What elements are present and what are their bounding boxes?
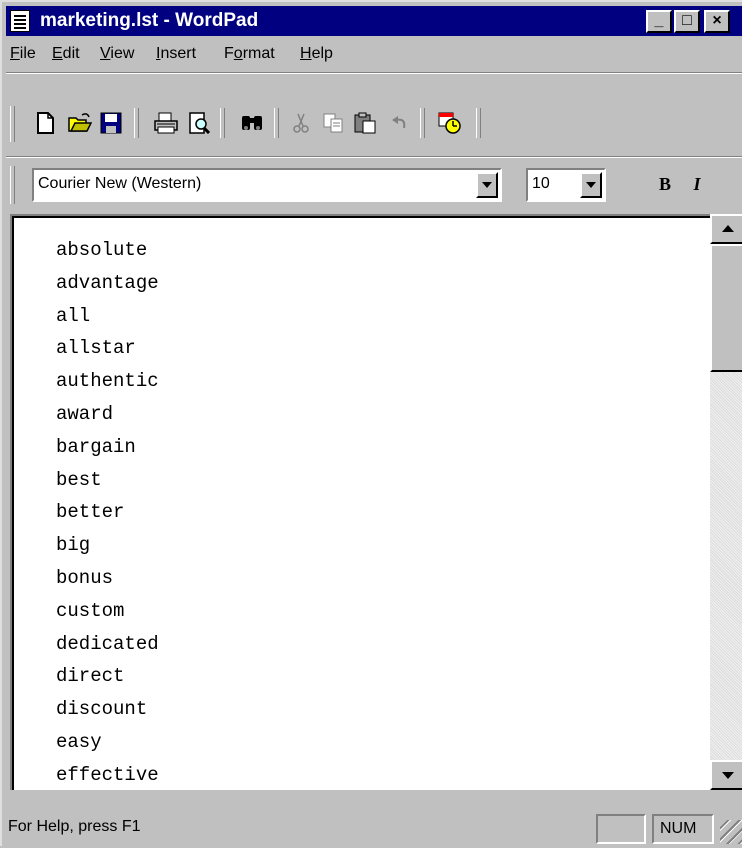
copy-button[interactable] [318, 108, 348, 138]
document-icon[interactable] [10, 10, 30, 32]
print-preview-icon [189, 112, 210, 134]
scroll-down-button[interactable] [710, 760, 742, 790]
window-title: marketing.lst - WordPad [40, 10, 259, 31]
status-text: For Help, press F1 [8, 818, 141, 835]
title-bar[interactable]: marketing.lst - WordPad _ □ × [6, 6, 742, 36]
menu-help[interactable]: Help [300, 44, 333, 64]
maximize-button[interactable]: □ [674, 10, 700, 33]
text-line[interactable]: all [56, 300, 159, 333]
text-line[interactable]: effective [56, 759, 159, 790]
scroll-up-button[interactable] [710, 214, 742, 244]
text-line[interactable]: custom [56, 595, 159, 628]
menu-insert[interactable]: Insert [156, 44, 196, 64]
toolbar-separator [476, 108, 481, 138]
text-line[interactable]: absolute [56, 234, 159, 267]
text-line[interactable]: better [56, 496, 159, 529]
resize-grip[interactable] [720, 820, 742, 844]
num-lock-label: NUM [660, 820, 697, 837]
text-line[interactable]: dedicated [56, 628, 159, 661]
paste-icon [354, 112, 376, 134]
font-name: Courier New (Western) [38, 175, 202, 192]
toolbar-separator [420, 108, 425, 138]
italic-icon: I [693, 174, 701, 194]
print-button[interactable] [150, 108, 180, 138]
minimize-icon: _ [654, 12, 664, 29]
vertical-scrollbar[interactable] [710, 214, 742, 790]
text-line[interactable]: award [56, 398, 159, 431]
font-size-dropdown-button[interactable] [580, 172, 602, 198]
scroll-thumb[interactable] [710, 244, 742, 372]
document-area[interactable]: absolute advantage all allstar authentic… [10, 214, 742, 790]
formatbar-grip[interactable] [10, 166, 15, 204]
print-preview-button[interactable] [184, 108, 214, 138]
text-line[interactable]: advantage [56, 267, 159, 300]
new-button[interactable] [30, 108, 60, 138]
insert-datetime-button[interactable] [434, 108, 464, 138]
bold-button[interactable]: B [650, 168, 680, 202]
font-size-combo[interactable]: 10 [526, 168, 606, 202]
document-text[interactable]: absolute advantage all allstar authentic… [56, 234, 159, 790]
toolbar-separator [274, 108, 279, 138]
text-line[interactable]: direct [56, 660, 159, 693]
copy-icon [323, 113, 343, 133]
document-edit-surface[interactable]: absolute advantage all allstar authentic… [12, 216, 712, 790]
find-icon [242, 116, 262, 130]
new-icon [37, 112, 54, 134]
status-bar: For Help, press F1 NUM [2, 802, 742, 848]
undo-button[interactable] [384, 108, 414, 138]
close-button[interactable]: × [704, 10, 730, 33]
toolbar-grip[interactable] [10, 106, 15, 142]
insert-datetime-icon [438, 112, 461, 134]
text-line[interactable]: big [56, 529, 159, 562]
close-icon: × [712, 12, 722, 29]
wordpad-window: marketing.lst - WordPad _ □ × File Edit … [0, 0, 742, 846]
print-icon [154, 112, 178, 134]
cut-button[interactable] [286, 108, 316, 138]
text-line[interactable]: allstar [56, 332, 159, 365]
font-combo[interactable]: Courier New (Western) [32, 168, 502, 202]
toolbar-separator [220, 108, 225, 138]
text-line[interactable]: authentic [56, 365, 159, 398]
menu-view[interactable]: View [100, 44, 134, 64]
font-size-value: 10 [532, 175, 550, 192]
minimize-button[interactable]: _ [646, 10, 672, 33]
text-line[interactable]: bonus [56, 562, 159, 595]
maximize-icon: □ [682, 12, 692, 29]
open-icon [68, 113, 92, 132]
italic-button[interactable]: I [682, 168, 712, 202]
toolbar-separator [134, 108, 139, 138]
font-dropdown-button[interactable] [476, 172, 498, 198]
cut-icon [293, 113, 309, 133]
menu-format[interactable]: Format [224, 44, 275, 64]
menu-file[interactable]: File [10, 44, 36, 64]
status-panel-empty [596, 814, 646, 844]
open-button[interactable] [64, 108, 94, 138]
save-icon [100, 112, 122, 134]
find-button[interactable] [236, 108, 266, 138]
undo-icon [392, 116, 406, 129]
save-button[interactable] [96, 108, 126, 138]
text-line[interactable]: bargain [56, 431, 159, 464]
standard-toolbar [6, 72, 742, 148]
paste-button[interactable] [350, 108, 380, 138]
menu-edit[interactable]: Edit [52, 44, 80, 64]
formatbar-divider [6, 156, 742, 158]
text-line[interactable]: easy [56, 726, 159, 759]
menu-bar: File Edit View Insert Format Help [6, 38, 742, 68]
text-line[interactable]: best [56, 464, 159, 497]
num-lock-indicator: NUM [652, 814, 714, 844]
bold-icon: B [658, 174, 671, 194]
text-line[interactable]: discount [56, 693, 159, 726]
